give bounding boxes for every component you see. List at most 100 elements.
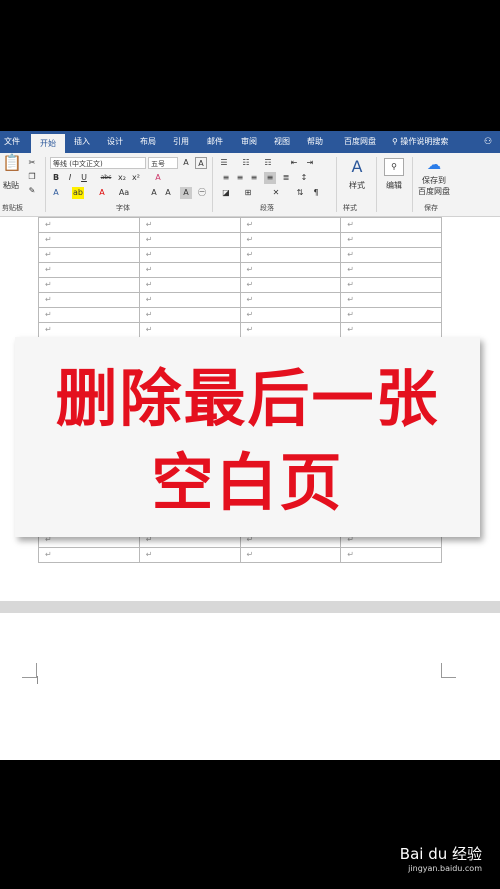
underline-icon[interactable]: U (78, 172, 90, 184)
show-marks-icon[interactable]: ¶ (310, 187, 322, 199)
tab-baidu-netdisk[interactable]: 百度网盘 (338, 131, 382, 153)
caption-line-2: 空白页 (151, 446, 344, 519)
paste-button-label[interactable]: 粘贴 (0, 180, 22, 192)
table-cell[interactable]: ↵ (138, 277, 241, 293)
tab-references[interactable]: 引用 (169, 131, 193, 153)
table-cell[interactable]: ↵ (138, 547, 241, 563)
table-cell[interactable]: ↵ (239, 547, 342, 563)
table-cell[interactable]: ↵ (340, 322, 442, 338)
decrease-indent-icon[interactable]: ⇤ (288, 157, 300, 169)
table-cell[interactable]: ↵ (138, 307, 241, 323)
table-cell[interactable]: ↵ (239, 292, 342, 308)
tab-insert[interactable]: 插入 (70, 131, 94, 153)
table-cell[interactable]: ↵ (38, 292, 140, 308)
align-center-icon[interactable]: ≡ (234, 172, 246, 184)
table-cell[interactable]: ↵ (38, 217, 140, 233)
find-icon[interactable]: ⚲ (384, 158, 404, 176)
enclose-char-icon[interactable]: ㊀ (196, 187, 208, 199)
bold-icon[interactable]: B (50, 172, 62, 184)
table-cell[interactable]: ↵ (239, 247, 342, 263)
tab-design[interactable]: 设计 (103, 131, 127, 153)
numbering-icon[interactable]: ☷ (240, 157, 252, 169)
bullets-icon[interactable]: ☰ (218, 157, 230, 169)
table-cell[interactable]: ↵ (340, 232, 442, 248)
table-cell[interactable]: ↵ (138, 247, 241, 263)
tab-layout[interactable]: 布局 (136, 131, 160, 153)
table-cell[interactable]: ↵ (340, 547, 442, 563)
multilevel-list-icon[interactable]: ☶ (262, 157, 274, 169)
table-cell[interactable]: ↵ (138, 232, 241, 248)
line-spacing-icon[interactable]: ↕ (298, 172, 310, 184)
font-size-combo[interactable]: 五号 (148, 157, 178, 169)
user-icon[interactable]: ⚇ (484, 131, 492, 153)
tab-file[interactable]: 文件 (0, 131, 24, 153)
editing-button-label[interactable]: 编辑 (380, 180, 408, 192)
font-color-icon[interactable]: A (96, 187, 108, 199)
styles-icon[interactable]: A (345, 156, 369, 178)
baidu-cloud-icon[interactable]: ☁ (424, 156, 444, 174)
char-border-icon[interactable]: A (195, 157, 207, 169)
paste-icon[interactable]: 📋 (2, 155, 22, 177)
shading-icon[interactable]: ◪ (220, 187, 232, 199)
table-cell[interactable]: ↵ (340, 307, 442, 323)
table-cell[interactable]: ↵ (138, 292, 241, 308)
crop-mark-left (22, 663, 37, 678)
table-cell[interactable]: ↵ (38, 277, 140, 293)
table-cell[interactable]: ↵ (38, 547, 140, 563)
superscript-icon[interactable]: x² (130, 172, 142, 184)
tab-mailings[interactable]: 邮件 (203, 131, 227, 153)
table-cell[interactable]: ↵ (138, 262, 241, 278)
shrink-font-icon[interactable]: A (162, 187, 174, 199)
table-cell[interactable]: ↵ (239, 277, 342, 293)
font-name-combo[interactable]: 等线 (中文正文) (50, 157, 146, 169)
tell-me-search[interactable]: ⚲ 操作说明搜索 (392, 131, 448, 153)
table-cell[interactable]: ↵ (38, 307, 140, 323)
table-cell[interactable]: ↵ (340, 292, 442, 308)
tab-help[interactable]: 帮助 (303, 131, 327, 153)
table-cell[interactable]: ↵ (340, 277, 442, 293)
table-cell[interactable]: ↵ (340, 217, 442, 233)
char-shading-icon[interactable]: A (180, 187, 192, 199)
grow-font-icon[interactable]: A (180, 157, 192, 169)
distributed-icon[interactable]: ≣ (280, 172, 292, 184)
tab-view[interactable]: 视图 (270, 131, 294, 153)
tab-review[interactable]: 审阅 (237, 131, 261, 153)
styles-button-label[interactable]: 样式 (341, 180, 373, 192)
save-to-line2[interactable]: 百度网盘 (414, 186, 454, 198)
table-cell[interactable]: ↵ (340, 247, 442, 263)
table-cell[interactable]: ↵ (38, 247, 140, 263)
table-cell[interactable]: ↵ (38, 322, 140, 338)
borders-icon[interactable]: ⊞ (242, 187, 254, 199)
subscript-icon[interactable]: x₂ (116, 172, 128, 184)
format-painter-icon[interactable]: ✎ (26, 185, 38, 197)
align-left-icon[interactable]: ≡ (220, 172, 232, 184)
change-case-icon[interactable]: Aa (118, 187, 130, 199)
table-row: ↵↵↵↵ (38, 277, 442, 293)
table-cell[interactable]: ↵ (239, 232, 342, 248)
table-cell[interactable]: ↵ (239, 262, 342, 278)
tab-home[interactable]: 开始 (31, 134, 65, 153)
highlight-icon[interactable]: ab (72, 187, 84, 199)
sort-icon[interactable]: ⇅ (294, 187, 306, 199)
cut-icon[interactable]: ✂ (26, 157, 38, 169)
table-cell[interactable]: ↵ (340, 262, 442, 278)
asian-layout-icon[interactable]: ✕ (270, 187, 282, 199)
table-cell[interactable]: ↵ (239, 322, 342, 338)
table-cell[interactable]: ↵ (38, 262, 140, 278)
table-cell[interactable]: ↵ (138, 322, 241, 338)
justify-icon[interactable]: ≡ (264, 172, 276, 184)
italic-icon[interactable]: I (64, 172, 76, 184)
copy-icon[interactable]: ❐ (26, 171, 38, 183)
clear-format-icon[interactable]: A (152, 172, 164, 184)
align-right-icon[interactable]: ≡ (248, 172, 260, 184)
table-cell[interactable]: ↵ (239, 307, 342, 323)
increase-indent-icon[interactable]: ⇥ (304, 157, 316, 169)
table-cell[interactable]: ↵ (239, 217, 342, 233)
table-cell[interactable]: ↵ (38, 232, 140, 248)
grow-font-2-icon[interactable]: A (148, 187, 160, 199)
text-effect-icon[interactable]: A (50, 187, 62, 199)
table-row: ↵↵↵↵ (38, 232, 442, 248)
document-page-2[interactable]: | (0, 613, 500, 760)
strikethrough-icon[interactable]: abc (100, 172, 112, 184)
table-cell[interactable]: ↵ (138, 217, 241, 233)
